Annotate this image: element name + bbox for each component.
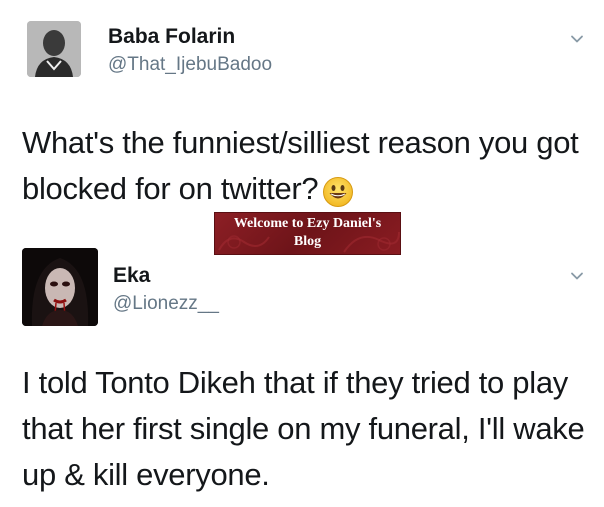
tweet-text: What's the funniest/silliest reason you … [22, 120, 592, 212]
chevron-down-icon[interactable] [570, 269, 584, 283]
person-avatar-icon [27, 21, 81, 77]
tweet-text: I told Tonto Dikeh that if they tried to… [22, 365, 585, 492]
tweet: Baba Folarin @That_IjebuBadoo What's the… [0, 0, 604, 230]
user-handle[interactable]: @That_IjebuBadoo [108, 54, 272, 76]
tweet-text-content: What's the funniest/silliest reason you … [22, 125, 579, 206]
user-handle[interactable]: @Lionezz__ [113, 293, 219, 315]
chevron-down-icon[interactable] [570, 32, 584, 46]
display-name[interactable]: Eka [113, 264, 150, 288]
display-name[interactable]: Baba Folarin [108, 25, 235, 49]
avatar[interactable] [27, 21, 81, 77]
tweet: Eka @Lionezz__ I told Tonto Dikeh that i… [0, 238, 604, 507]
avatar[interactable] [22, 248, 98, 326]
person-avatar-icon [22, 248, 98, 326]
grinning-face-icon [322, 175, 354, 207]
tweet-thread: Baba Folarin @That_IjebuBadoo What's the… [0, 0, 604, 507]
watermark-line-1: Welcome to Ezy Daniel's [233, 216, 382, 231]
